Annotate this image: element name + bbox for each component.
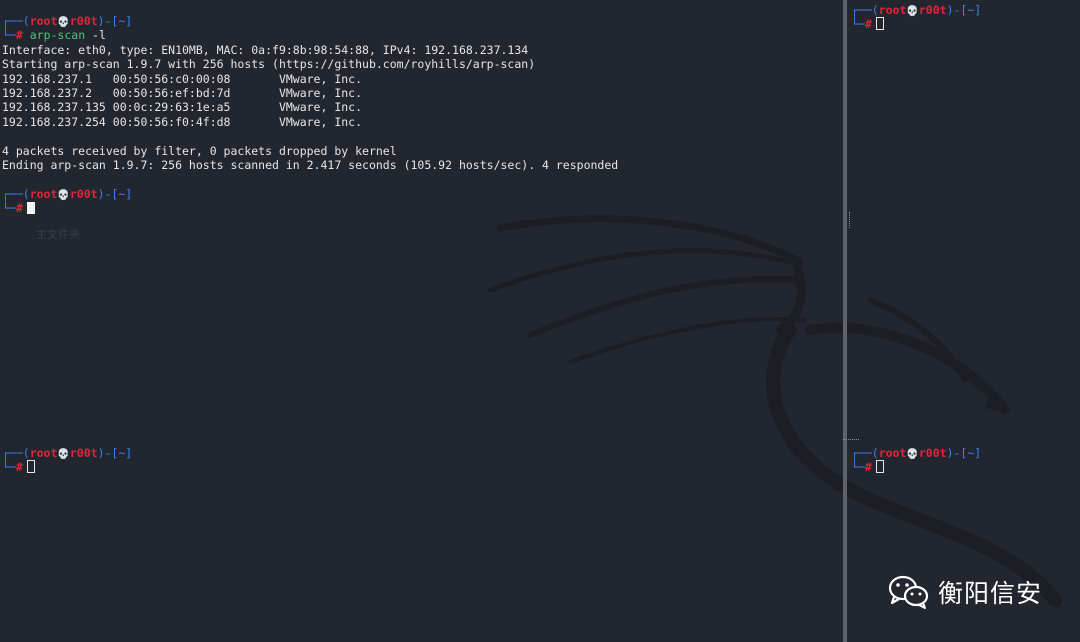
skull-icon: 💀 bbox=[57, 17, 70, 28]
active-input-line[interactable]: └─# bbox=[0, 201, 842, 215]
vertical-resize-grip-icon[interactable] bbox=[849, 212, 853, 228]
output-line: 192.168.237.1 00:50:56:c0:00:08 VMware, … bbox=[2, 71, 363, 86]
output-line: 192.168.237.254 00:50:56:f0:4f:d8 VMware… bbox=[2, 114, 363, 129]
wechat-icon bbox=[888, 575, 929, 609]
output-line: 192.168.237.135 00:0c:29:63:1e:a5 VMware… bbox=[2, 100, 363, 115]
terminal-pane-top-right[interactable]: ┌──(root💀r00t)-[~] └─# bbox=[849, 0, 1080, 437]
command-line: └─# arp-scan -l bbox=[2, 28, 106, 43]
text-cursor bbox=[875, 460, 884, 474]
vertical-pane-divider[interactable] bbox=[843, 0, 847, 642]
skull-icon: 💀 bbox=[57, 189, 70, 201]
terminal-pane-bottom-right[interactable]: ┌──(root💀r00t)-[~] └─# bbox=[849, 443, 1080, 642]
prompt-line: ┌──(root💀r00t)-[~] bbox=[2, 446, 133, 460]
text-cursor bbox=[26, 202, 35, 215]
command-arg: -l bbox=[85, 28, 106, 43]
text-cursor bbox=[26, 460, 35, 474]
skull-icon: 💀 bbox=[906, 449, 919, 460]
output-line: Ending arp-scan 1.9.7: 256 hosts scanned… bbox=[2, 157, 619, 172]
prompt-line-1: ┌──(root💀r00t)-[~] bbox=[2, 14, 133, 28]
output-line: Starting arp-scan 1.9.7 with 256 hosts (… bbox=[2, 57, 536, 72]
watermark: 衡阳信安 bbox=[888, 574, 1042, 610]
text-cursor bbox=[875, 17, 884, 31]
horizontal-pane-divider[interactable] bbox=[0, 437, 1080, 439]
watermark-text: 衡阳信安 bbox=[938, 579, 1043, 608]
skull-icon: 💀 bbox=[57, 449, 70, 460]
skull-icon: 💀 bbox=[906, 6, 919, 17]
input-line[interactable]: └─# bbox=[849, 17, 1080, 31]
terminal-pane-top-left[interactable]: ┌──(root💀r00t)-[~] └─# arp-scan -l Inter… bbox=[0, 14, 842, 434]
horizontal-resize-grip-icon[interactable] bbox=[843, 439, 859, 442]
prompt-line-2: ┌──(root💀r00t)-[~] bbox=[2, 186, 133, 201]
output-line: 192.168.237.2 00:50:56:ef:bd:7d VMware, … bbox=[2, 85, 363, 100]
prompt-line: ┌──(root💀r00t)-[~] bbox=[851, 3, 982, 17]
terminal-pane-bottom-left[interactable]: ┌──(root💀r00t)-[~] └─# bbox=[0, 443, 842, 642]
output-line: Interface: eth0, type: EN10MB, MAC: 0a:f… bbox=[2, 42, 529, 57]
input-line[interactable]: └─# bbox=[0, 460, 842, 474]
prompt-line: ┌──(root💀r00t)-[~] bbox=[851, 446, 982, 460]
command-text: arp-scan bbox=[29, 28, 86, 43]
output-line: 4 packets received by filter, 0 packets … bbox=[2, 143, 397, 158]
input-line[interactable]: └─# bbox=[849, 460, 1080, 474]
